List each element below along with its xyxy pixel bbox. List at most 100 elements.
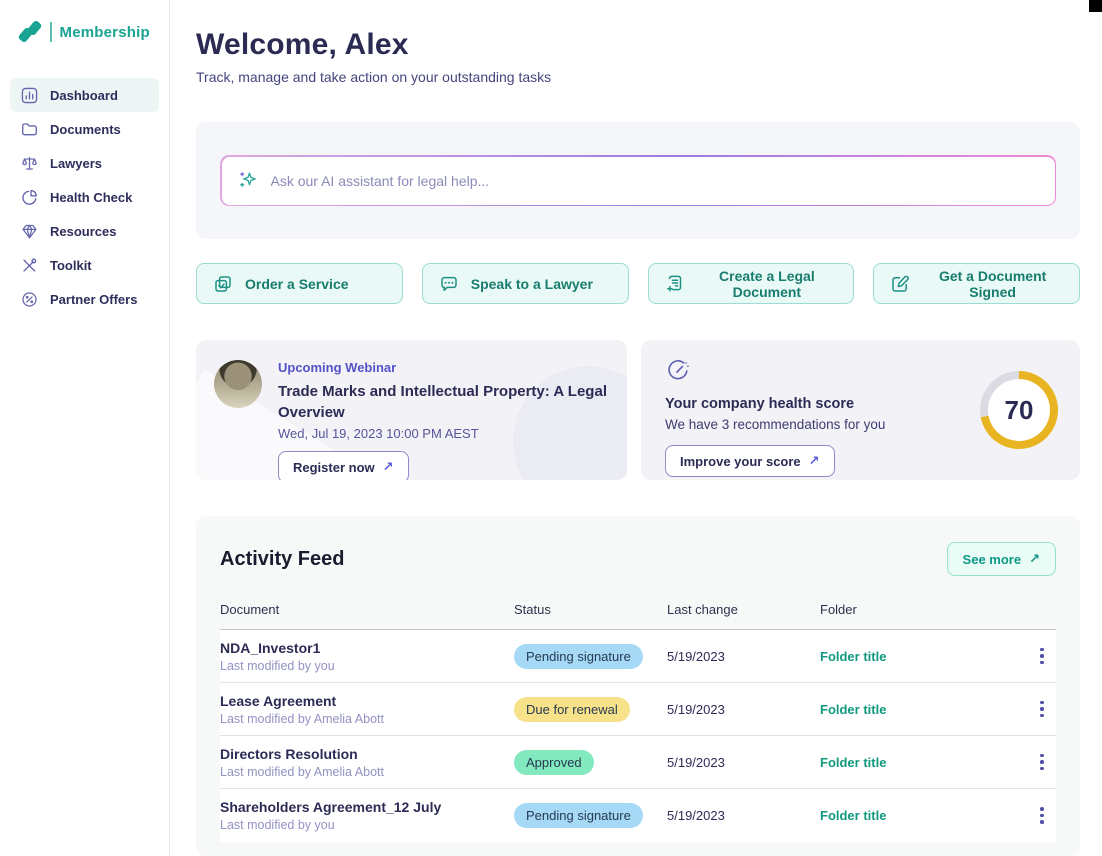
activity-feed-panel: Activity Feed See more ↗ Document Status…	[196, 516, 1080, 856]
document-plus-icon	[665, 274, 685, 294]
sidebar-item-label: Partner Offers	[50, 292, 137, 307]
activity-table: Document Status Last change Folder NDA_I…	[220, 602, 1056, 842]
table-row: Lease Agreement Last modified by Amelia …	[220, 683, 1056, 736]
register-now-button[interactable]: Register now ↗	[278, 451, 409, 480]
main-content: Welcome, Alex Track, manage and take act…	[170, 0, 1102, 856]
scales-icon	[20, 154, 38, 172]
row-menu-button[interactable]	[1028, 750, 1056, 775]
column-header-folder: Folder	[820, 602, 1028, 617]
quick-action-label: Create a Legal Document	[697, 268, 838, 300]
sidebar-item-lawyers[interactable]: Lawyers	[10, 146, 159, 180]
column-header-status: Status	[514, 602, 667, 617]
sidebar-nav: Dashboard Documents Lawyers Health Check	[0, 78, 169, 316]
folder-link[interactable]: Folder title	[820, 808, 1028, 823]
table-row: NDA_Investor1 Last modified by you Pendi…	[220, 630, 1056, 683]
get-document-signed-button[interactable]: Get a Document Signed	[873, 263, 1080, 304]
document-modified: Last modified by Amelia Abott	[220, 712, 514, 726]
ai-input-gradient-border	[220, 155, 1056, 206]
status-badge: Approved	[514, 750, 594, 775]
row-menu-button[interactable]	[1028, 697, 1056, 722]
webinar-card: Upcoming Webinar Trade Marks and Intelle…	[196, 340, 627, 480]
webinar-title: Trade Marks and Intellectual Property: A…	[278, 381, 607, 423]
ai-input-container	[222, 157, 1055, 205]
sidebar-item-label: Documents	[50, 122, 121, 137]
order-service-button[interactable]: Order a Service	[196, 263, 403, 304]
last-change-date: 5/19/2023	[667, 808, 820, 823]
improve-score-label: Improve your score	[680, 454, 801, 469]
improve-score-button[interactable]: Improve your score ↗	[665, 445, 835, 477]
sidebar-item-documents[interactable]: Documents	[10, 112, 159, 146]
sidebar-item-resources[interactable]: Resources	[10, 214, 159, 248]
folder-icon	[20, 120, 38, 138]
pie-chart-icon	[20, 188, 38, 206]
status-badge: Pending signature	[514, 644, 643, 669]
logo-divider	[50, 22, 52, 42]
sidebar-item-label: Dashboard	[50, 88, 118, 103]
create-legal-document-button[interactable]: Create a Legal Document	[648, 263, 855, 304]
health-score-value: 70	[1005, 395, 1034, 426]
brand-logo: Membership	[0, 20, 169, 44]
table-header: Document Status Last change Folder	[220, 602, 1056, 629]
row-menu-button[interactable]	[1028, 803, 1056, 828]
webinar-label: Upcoming Webinar	[278, 360, 607, 375]
quick-action-label: Speak to a Lawyer	[471, 276, 593, 292]
percent-circle-icon	[20, 290, 38, 308]
folder-link[interactable]: Folder title	[820, 649, 1028, 664]
status-badge: Due for renewal	[514, 697, 630, 722]
page-subtitle: Track, manage and take action on your ou…	[196, 69, 1080, 85]
document-title: Directors Resolution	[220, 746, 514, 762]
dashboard-icon	[20, 86, 38, 104]
sidebar-item-label: Resources	[50, 224, 116, 239]
sidebar-item-label: Health Check	[50, 190, 132, 205]
sidebar-item-label: Toolkit	[50, 258, 92, 273]
arrow-up-right-icon: ↗	[809, 453, 820, 469]
quick-action-label: Order a Service	[245, 276, 349, 292]
see-more-button[interactable]: See more ↗	[947, 542, 1056, 576]
sidebar-item-partner-offers[interactable]: Partner Offers	[10, 282, 159, 316]
tools-icon	[20, 256, 38, 274]
brand-logo-icon	[20, 20, 42, 44]
activity-feed-title: Activity Feed	[220, 548, 344, 571]
speak-to-lawyer-button[interactable]: Speak to a Lawyer	[422, 263, 629, 304]
folder-link[interactable]: Folder title	[820, 702, 1028, 717]
sidebar-item-toolkit[interactable]: Toolkit	[10, 248, 159, 282]
chat-bubble-icon	[439, 274, 459, 294]
sidebar: Membership Dashboard Documents Lawyers	[0, 0, 170, 856]
pen-square-icon	[890, 274, 910, 294]
last-change-date: 5/19/2023	[667, 702, 820, 717]
arrow-up-right-icon: ↗	[383, 459, 394, 475]
document-title: NDA_Investor1	[220, 640, 514, 656]
gem-icon	[20, 222, 38, 240]
document-modified: Last modified by you	[220, 818, 514, 832]
webinar-datetime: Wed, Jul 19, 2023 10:00 PM AEST	[278, 426, 607, 441]
ai-assistant-card	[196, 122, 1080, 239]
app-window: Membership Dashboard Documents Lawyers	[0, 0, 1102, 856]
webinar-speaker-avatar	[214, 360, 262, 408]
folder-link[interactable]: Folder title	[820, 755, 1028, 770]
quick-action-label: Get a Document Signed	[922, 268, 1063, 300]
sidebar-item-label: Lawyers	[50, 156, 102, 171]
quick-actions: Order a Service Speak to a Lawyer Create…	[196, 263, 1080, 304]
page-title: Welcome, Alex	[196, 28, 1080, 62]
see-more-label: See more	[963, 552, 1022, 567]
sparkles-icon	[238, 170, 259, 191]
last-change-date: 5/19/2023	[667, 649, 820, 664]
sidebar-item-dashboard[interactable]: Dashboard	[10, 78, 159, 112]
corner-artifact	[1089, 0, 1102, 12]
last-change-date: 5/19/2023	[667, 755, 820, 770]
document-title: Lease Agreement	[220, 693, 514, 709]
document-modified: Last modified by Amelia Abott	[220, 765, 514, 779]
column-header-document: Document	[220, 602, 514, 617]
document-title: Shareholders Agreement_12 July	[220, 799, 514, 815]
sidebar-item-health-check[interactable]: Health Check	[10, 180, 159, 214]
order-service-icon	[213, 274, 233, 294]
table-row: Shareholders Agreement_12 July Last modi…	[220, 789, 1056, 842]
ai-assistant-input[interactable]	[271, 173, 1039, 189]
health-score-ring: 70	[980, 371, 1058, 449]
column-header-last-change: Last change	[667, 602, 820, 617]
table-row: Directors Resolution Last modified by Am…	[220, 736, 1056, 789]
register-now-label: Register now	[293, 460, 375, 475]
arrow-up-right-icon: ↗	[1029, 551, 1040, 567]
row-menu-button[interactable]	[1028, 644, 1056, 669]
status-badge: Pending signature	[514, 803, 643, 828]
